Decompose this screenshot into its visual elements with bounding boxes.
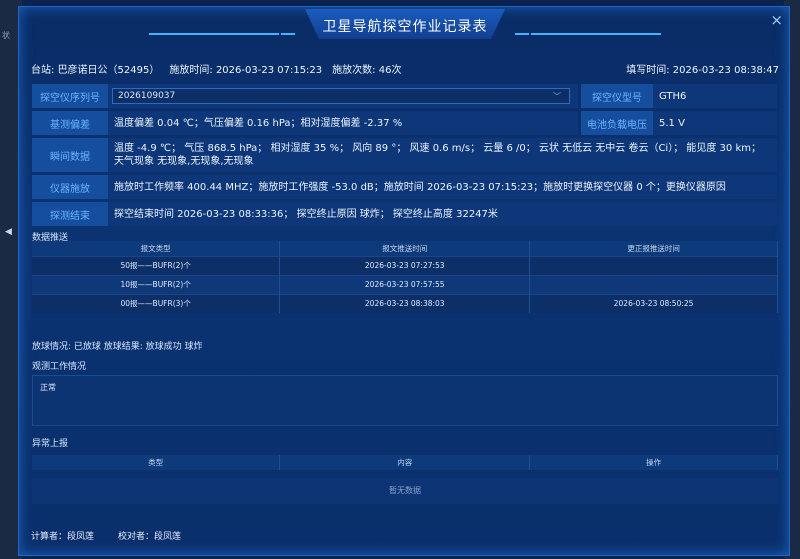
title-decoration-right-small — [515, 33, 529, 35]
baseline-label: 基测偏差 — [32, 111, 108, 135]
baseline-row: 基测偏差 温度偏差 0.04 ℃；气压偏差 0.16 hPa；相对湿度偏差 -2… — [32, 111, 777, 135]
title-decoration-right — [531, 33, 661, 35]
table-cell: 10报——BUFR(2)个 — [32, 274, 281, 294]
record-dialog: 卫星导航探空作业记录表 × 台站: 巴彦诺日公（52495） 施放时间: 202… — [18, 6, 790, 556]
backdrop-side-text: 状 — [2, 31, 10, 40]
table-cell — [529, 255, 778, 275]
push-table-header: 报文类型 报文推送时间 更正报推送时间 — [32, 241, 778, 256]
release-count-label: 施放次数: — [332, 65, 376, 76]
instrument-row: 仪器施放 施放时工作频率 400.44 MHZ；施放时工作强度 -53.0 dB… — [32, 175, 777, 199]
checker-name: 校对者：段凤莲 — [118, 532, 182, 542]
serial-label: 探空仪序列号 — [32, 84, 108, 108]
serial-select-value: 2026109037 — [118, 90, 176, 101]
end-row: 探测结束 探空结束时间 2026-03-23 08:33:36； 探空终止原因 … — [32, 202, 777, 226]
instant-value: 温度 -4.9 ℃； 气压 868.5 hPa； 相对湿度 35 %； 风向 8… — [108, 138, 777, 172]
station-value: 巴彦诺日公（52495） — [57, 65, 160, 76]
table-cell: 2026-03-23 07:57:55 — [279, 274, 531, 294]
collapse-arrow-icon[interactable]: ◀ — [5, 227, 12, 237]
header-info: 台站: 巴彦诺日公（52495） 施放时间: 2026-03-23 07:15:… — [31, 61, 779, 77]
observation-content: 正常 — [40, 383, 56, 392]
fill-time-value: 2026-03-23 08:38:47 — [672, 65, 779, 76]
anomaly-col-content: 内容 — [279, 455, 531, 470]
anomaly-title: 异常上报 — [32, 439, 69, 449]
title-decoration-left — [149, 33, 279, 35]
table-cell: 2026-03-23 08:50:25 — [529, 293, 778, 313]
push-col-correction: 更正报推送时间 — [529, 241, 778, 256]
table-row: 10报——BUFR(2)个 2026-03-23 07:57:55 — [32, 274, 778, 294]
instrument-label: 仪器施放 — [32, 175, 108, 199]
title-decoration-left-small — [281, 33, 295, 35]
table-cell: 50报——BUFR(2)个 — [32, 255, 281, 275]
station-label: 台站: — [31, 65, 55, 76]
model-label: 探空仪型号 — [581, 84, 653, 108]
end-label: 探测结束 — [32, 202, 108, 226]
push-table: 报文类型 报文推送时间 更正报推送时间 50报——BUFR(2)个 2026-0… — [32, 241, 778, 313]
instant-label: 瞬间数据 — [32, 138, 108, 172]
end-value: 探空结束时间 2026-03-23 08:33:36； 探空终止原因 球炸； 探… — [108, 202, 777, 226]
serial-row: 探空仪序列号 2026109037 ﹀ 探空仪型号 GTH6 — [32, 84, 777, 108]
voltage-value: 5.1 V — [653, 111, 777, 135]
instant-row: 瞬间数据 温度 -4.9 ℃； 气压 868.5 hPa； 相对湿度 35 %；… — [32, 138, 777, 172]
voltage-label: 电池负载电压 — [581, 111, 653, 135]
table-row: 50报——BUFR(2)个 2026-03-23 07:27:53 — [32, 255, 778, 275]
anomaly-col-action: 操作 — [529, 455, 778, 470]
record-fields: 探空仪序列号 2026109037 ﹀ 探空仪型号 GTH6 基测偏差 温度偏差… — [32, 84, 777, 229]
release-time-label: 施放时间: — [169, 65, 213, 76]
observation-box[interactable]: 正常 — [32, 375, 778, 426]
model-value: GTH6 — [653, 84, 777, 108]
table-cell: 00报——BUFR(3)个 — [32, 293, 281, 313]
calculator-name: 计算者：段凤莲 — [31, 532, 95, 542]
balloon-status: 放球情况: 已放球 放球结果: 放球成功 球炸 — [32, 342, 203, 352]
push-col-time: 报文推送时间 — [279, 241, 531, 256]
anomaly-table: 类型 内容 操作 — [32, 455, 778, 470]
push-col-type: 报文类型 — [32, 241, 281, 256]
anomaly-table-header: 类型 内容 操作 — [32, 455, 778, 470]
close-icon[interactable]: × — [770, 11, 783, 29]
release-count-value: 46次 — [378, 65, 402, 76]
dialog-title: 卫星导航探空作业记录表 — [322, 19, 488, 35]
table-row: 00报——BUFR(3)个 2026-03-23 08:38:03 2026-0… — [32, 293, 778, 313]
chevron-down-icon: ﹀ — [553, 92, 561, 101]
table-cell: 2026-03-23 07:27:53 — [279, 255, 531, 275]
anomaly-col-type: 类型 — [32, 455, 281, 470]
anomaly-empty-text: 暂无数据 — [32, 478, 778, 504]
table-cell: 2026-03-23 08:38:03 — [279, 293, 531, 313]
footer: 计算者：段凤莲 校对者：段凤莲 — [31, 529, 181, 542]
release-time-value: 2026-03-23 07:15:23 — [215, 65, 323, 76]
table-cell — [529, 274, 778, 294]
baseline-value: 温度偏差 0.04 ℃；气压偏差 0.16 hPa；相对湿度偏差 -2.37 % — [108, 111, 578, 135]
dialog-title-bar: 卫星导航探空作业记录表 × — [19, 7, 789, 47]
observation-title: 观测工作情况 — [32, 362, 87, 372]
serial-select[interactable]: 2026109037 ﹀ — [112, 88, 570, 104]
instrument-value: 施放时工作频率 400.44 MHZ；施放时工作强度 -53.0 dB；施放时间… — [108, 175, 777, 199]
fill-time-label: 填写时间: — [626, 65, 670, 76]
